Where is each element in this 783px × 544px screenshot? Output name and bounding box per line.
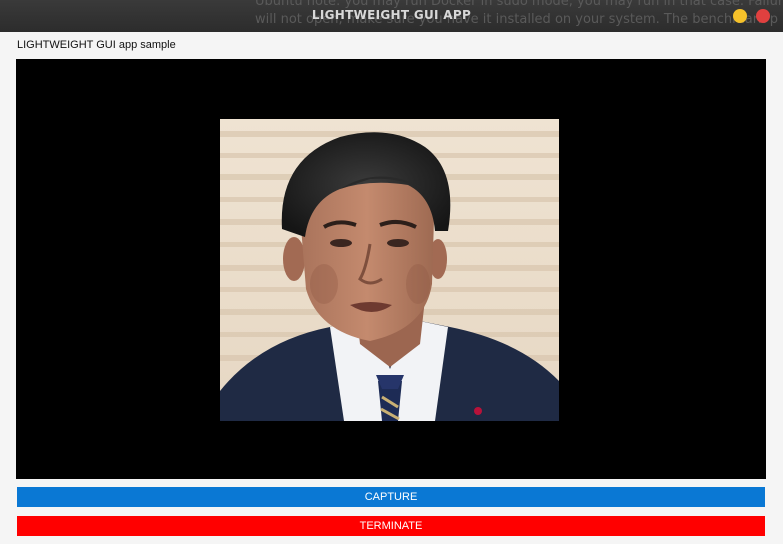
camera-frame-image <box>220 119 559 421</box>
app-window: Ubuntu note: you may run Docker in sudo … <box>0 0 783 544</box>
window-title: LIGHTWEIGHT GUI APP <box>311 8 472 22</box>
app-label: LIGHTWEIGHT GUI app sample <box>17 39 176 51</box>
terminate-button[interactable]: TERMINATE <box>17 516 765 536</box>
capture-button[interactable]: CAPTURE <box>17 487 765 507</box>
video-display <box>16 59 766 479</box>
close-button[interactable] <box>756 9 770 23</box>
minimize-button[interactable] <box>733 9 747 23</box>
title-bar[interactable]: Ubuntu note: you may run Docker in sudo … <box>0 0 783 32</box>
